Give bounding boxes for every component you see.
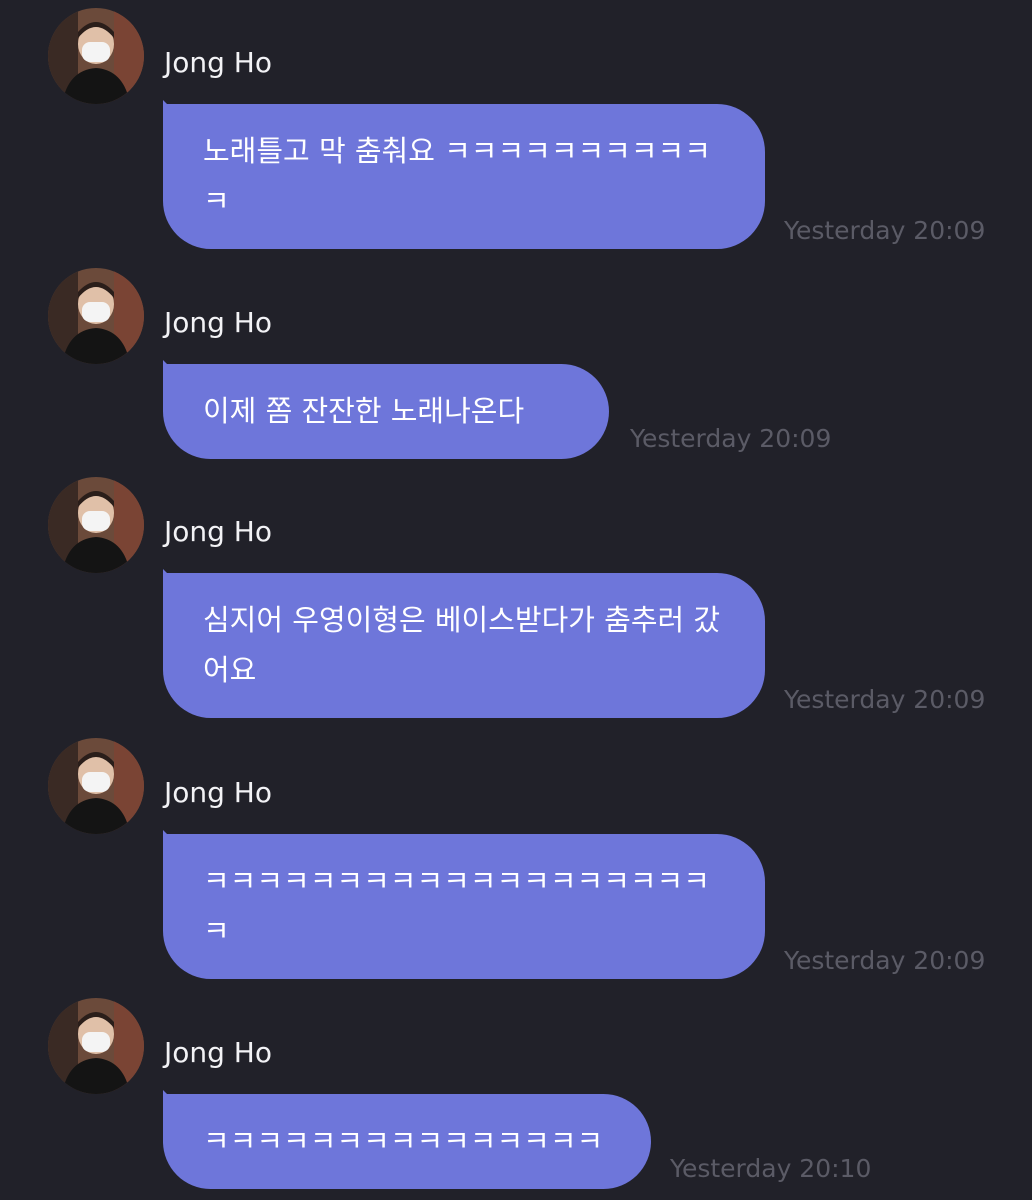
avatar[interactable] bbox=[48, 268, 144, 364]
message-timestamp: Yesterday 20:10 bbox=[670, 1154, 872, 1183]
avatar-photo-icon bbox=[48, 268, 144, 364]
avatar-photo-icon bbox=[48, 477, 144, 573]
message-group: Jong Ho ㅋㅋㅋㅋㅋㅋㅋㅋㅋㅋㅋㅋㅋㅋㅋㅋㅋㅋㅋㅋ Yesterday 2… bbox=[0, 738, 1032, 983]
message-timestamp: Yesterday 20:09 bbox=[784, 946, 986, 975]
message-group: Jong Ho 노래틀고 막 춤춰요 ㅋㅋㅋㅋㅋㅋㅋㅋㅋㅋㅋ Yesterday… bbox=[0, 8, 1032, 253]
message-timestamp: Yesterday 20:09 bbox=[784, 685, 986, 714]
avatar-photo-icon bbox=[48, 8, 144, 104]
avatar[interactable] bbox=[48, 738, 144, 834]
sender-name: Jong Ho bbox=[164, 306, 272, 339]
message-text: 노래틀고 막 춤춰요 ㅋㅋㅋㅋㅋㅋㅋㅋㅋㅋㅋ bbox=[203, 134, 711, 218]
message-text: 이제 쫌 잔잔한 노래나온다 bbox=[203, 394, 525, 428]
message-bubble[interactable]: ㅋㅋㅋㅋㅋㅋㅋㅋㅋㅋㅋㅋㅋㅋㅋㅋㅋㅋㅋㅋ bbox=[163, 834, 765, 979]
message-group: Jong Ho 심지어 우영이형은 베이스받다가 춤추러 갔어요 Yesterd… bbox=[0, 477, 1032, 722]
avatar-photo-icon bbox=[48, 738, 144, 834]
avatar[interactable] bbox=[48, 8, 144, 104]
message-bubble[interactable]: ㅋㅋㅋㅋㅋㅋㅋㅋㅋㅋㅋㅋㅋㅋㅋ bbox=[163, 1094, 651, 1189]
avatar[interactable] bbox=[48, 998, 144, 1094]
message-group: Jong Ho 이제 쫌 잔잔한 노래나온다 Yesterday 20:09 bbox=[0, 268, 1032, 468]
message-timestamp: Yesterday 20:09 bbox=[630, 424, 832, 453]
message-text: 심지어 우영이형은 베이스받다가 춤추러 갔어요 bbox=[203, 603, 721, 687]
sender-name: Jong Ho bbox=[164, 515, 272, 548]
message-bubble[interactable]: 노래틀고 막 춤춰요 ㅋㅋㅋㅋㅋㅋㅋㅋㅋㅋㅋ bbox=[163, 104, 765, 249]
message-bubble[interactable]: 이제 쫌 잔잔한 노래나온다 bbox=[163, 364, 609, 459]
sender-name: Jong Ho bbox=[164, 776, 272, 809]
sender-name: Jong Ho bbox=[164, 1036, 272, 1069]
avatar[interactable] bbox=[48, 477, 144, 573]
message-text: ㅋㅋㅋㅋㅋㅋㅋㅋㅋㅋㅋㅋㅋㅋㅋㅋㅋㅋㅋㅋ bbox=[203, 864, 710, 948]
message-timestamp: Yesterday 20:09 bbox=[784, 216, 986, 245]
message-text: ㅋㅋㅋㅋㅋㅋㅋㅋㅋㅋㅋㅋㅋㅋㅋ bbox=[203, 1124, 604, 1158]
message-group: Jong Ho ㅋㅋㅋㅋㅋㅋㅋㅋㅋㅋㅋㅋㅋㅋㅋ Yesterday 20:10 bbox=[0, 998, 1032, 1198]
sender-name: Jong Ho bbox=[164, 46, 272, 79]
avatar-photo-icon bbox=[48, 998, 144, 1094]
message-bubble[interactable]: 심지어 우영이형은 베이스받다가 춤추러 갔어요 bbox=[163, 573, 765, 718]
